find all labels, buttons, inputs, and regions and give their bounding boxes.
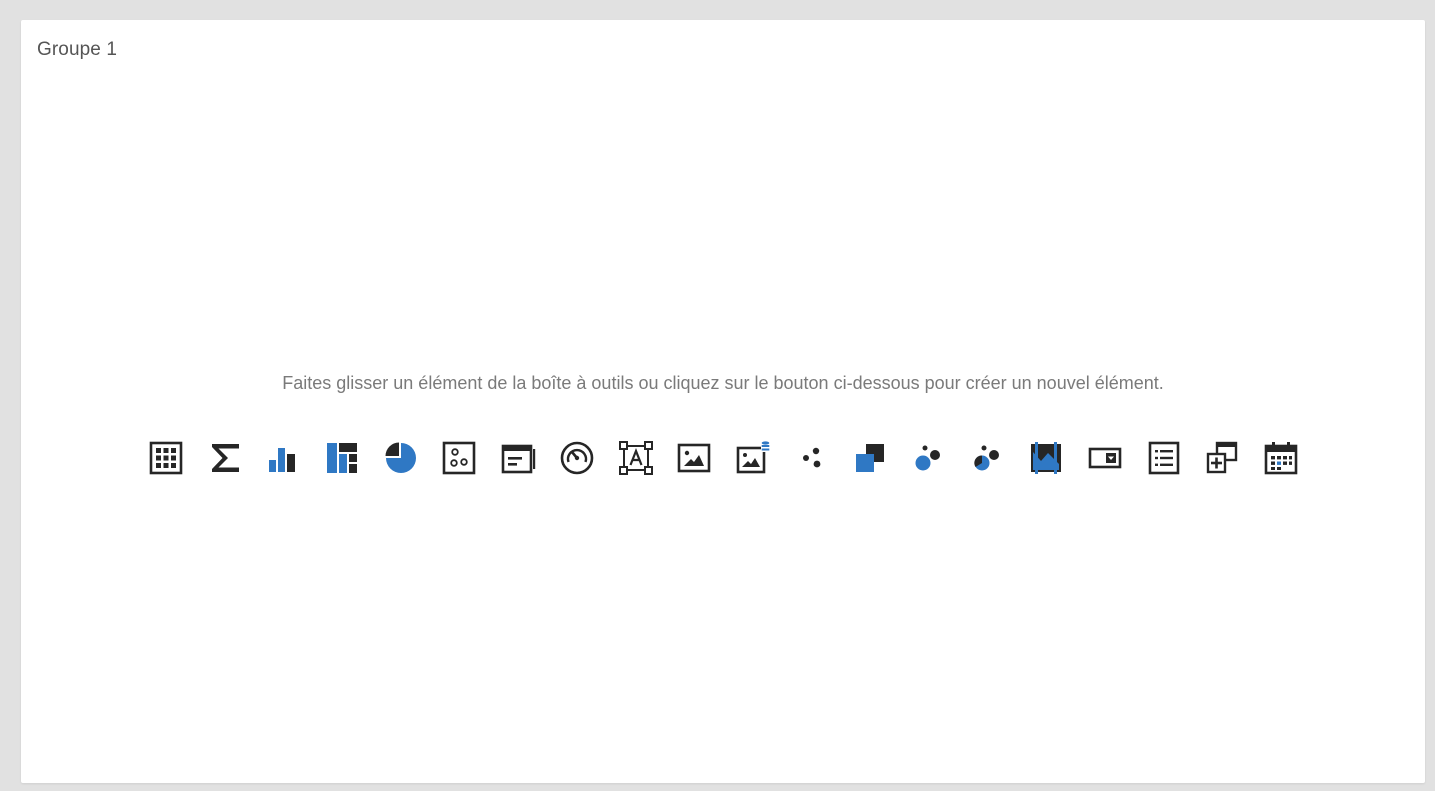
range-filter-icon bbox=[1031, 442, 1062, 474]
group-title: Groupe 1 bbox=[37, 39, 118, 60]
tree-view-icon bbox=[1207, 441, 1238, 474]
grid-icon bbox=[149, 441, 183, 475]
scatter-card-icon bbox=[443, 441, 476, 475]
add-stacked-button[interactable] bbox=[850, 438, 890, 478]
list-box-icon bbox=[1148, 441, 1179, 475]
add-pie-map-button[interactable] bbox=[968, 438, 1008, 478]
add-bar-chart-button[interactable] bbox=[263, 438, 303, 478]
add-bubble-map-button[interactable] bbox=[909, 438, 949, 478]
add-treemap-button[interactable] bbox=[322, 438, 362, 478]
add-image-button[interactable] bbox=[674, 438, 714, 478]
add-sum-button[interactable] bbox=[205, 438, 245, 478]
toolbox-bar bbox=[146, 438, 1301, 478]
add-pie-chart-button[interactable] bbox=[381, 438, 421, 478]
treemap-icon bbox=[327, 443, 358, 473]
add-grid-button[interactable] bbox=[146, 438, 186, 478]
pie-map-icon bbox=[973, 445, 999, 471]
empty-state-hint: Faites glisser un élément de la boîte à … bbox=[282, 373, 1164, 393]
text-box-icon bbox=[618, 441, 653, 475]
add-pie-card-button[interactable] bbox=[439, 438, 479, 478]
image-icon bbox=[677, 443, 711, 473]
add-gauge-button[interactable] bbox=[557, 438, 597, 478]
add-text-box-button[interactable] bbox=[616, 438, 656, 478]
gauge-icon bbox=[560, 441, 594, 475]
bar-chart-icon bbox=[269, 448, 296, 472]
add-list-box-button[interactable] bbox=[1144, 438, 1184, 478]
add-date-filter-button[interactable] bbox=[1261, 438, 1301, 478]
add-tree-view-button[interactable] bbox=[1202, 438, 1242, 478]
card-icon bbox=[501, 444, 536, 474]
combo-box-icon bbox=[1088, 447, 1122, 469]
add-card-button[interactable] bbox=[498, 438, 538, 478]
bubble-map-icon bbox=[915, 445, 940, 471]
group-panel: Groupe 1 Faites glisser un élément de la… bbox=[21, 20, 1425, 783]
add-range-filter-button[interactable] bbox=[1026, 438, 1066, 478]
add-combo-box-button[interactable] bbox=[1085, 438, 1125, 478]
scatter-icon bbox=[802, 447, 820, 468]
stacked-squares-icon bbox=[856, 444, 885, 472]
date-filter-icon bbox=[1264, 442, 1298, 475]
pie-chart-icon bbox=[385, 442, 416, 473]
bound-image-icon bbox=[736, 441, 770, 474]
add-scatter-button[interactable] bbox=[792, 438, 832, 478]
add-bound-image-button[interactable] bbox=[733, 438, 773, 478]
sum-icon bbox=[211, 444, 239, 472]
